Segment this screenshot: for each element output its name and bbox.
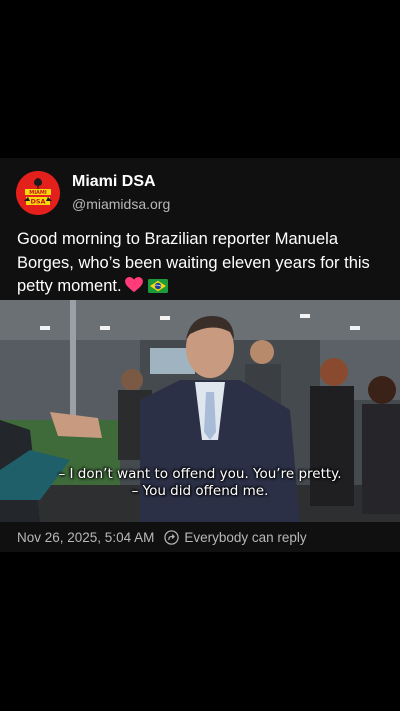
post-timestamp[interactable]: Nov 26, 2025, 5:04 AM: [17, 530, 154, 545]
svg-text:MIAMI: MIAMI: [29, 190, 47, 196]
svg-text:DSA: DSA: [30, 198, 45, 206]
post-header: MIAMI DSA Miami DSA @miamidsa.org: [16, 170, 170, 216]
author-display-name[interactable]: Miami DSA: [72, 172, 170, 192]
author-names: Miami DSA @miamidsa.org: [72, 172, 170, 214]
post-card[interactable]: MIAMI DSA Miami DSA @miamidsa.org Good m…: [0, 158, 400, 552]
video-subtitles: – I don’t want to offend you. You’re pre…: [0, 466, 400, 500]
author-handle[interactable]: @miamidsa.org: [72, 194, 170, 214]
reply-permission-icon: [164, 529, 180, 545]
post-footer: Nov 26, 2025, 5:04 AM Everybody can repl…: [17, 527, 307, 547]
subtitle-line: – You did offend me.: [131, 483, 269, 499]
post-body: Good morning to Brazilian reporter Manue…: [17, 230, 370, 295]
dsa-logo-icon: MIAMI DSA: [16, 171, 60, 215]
video-player[interactable]: – I don’t want to offend you. You’re pre…: [0, 300, 400, 522]
heart-emoji-icon: [124, 277, 143, 293]
subtitle-line: – I don’t want to offend you. You’re pre…: [58, 466, 342, 482]
reply-setting-text[interactable]: Everybody can reply: [184, 530, 306, 545]
post-text: Good morning to Brazilian reporter Manue…: [17, 228, 389, 299]
brazil-flag-icon: [147, 279, 168, 293]
avatar[interactable]: MIAMI DSA: [16, 171, 60, 215]
